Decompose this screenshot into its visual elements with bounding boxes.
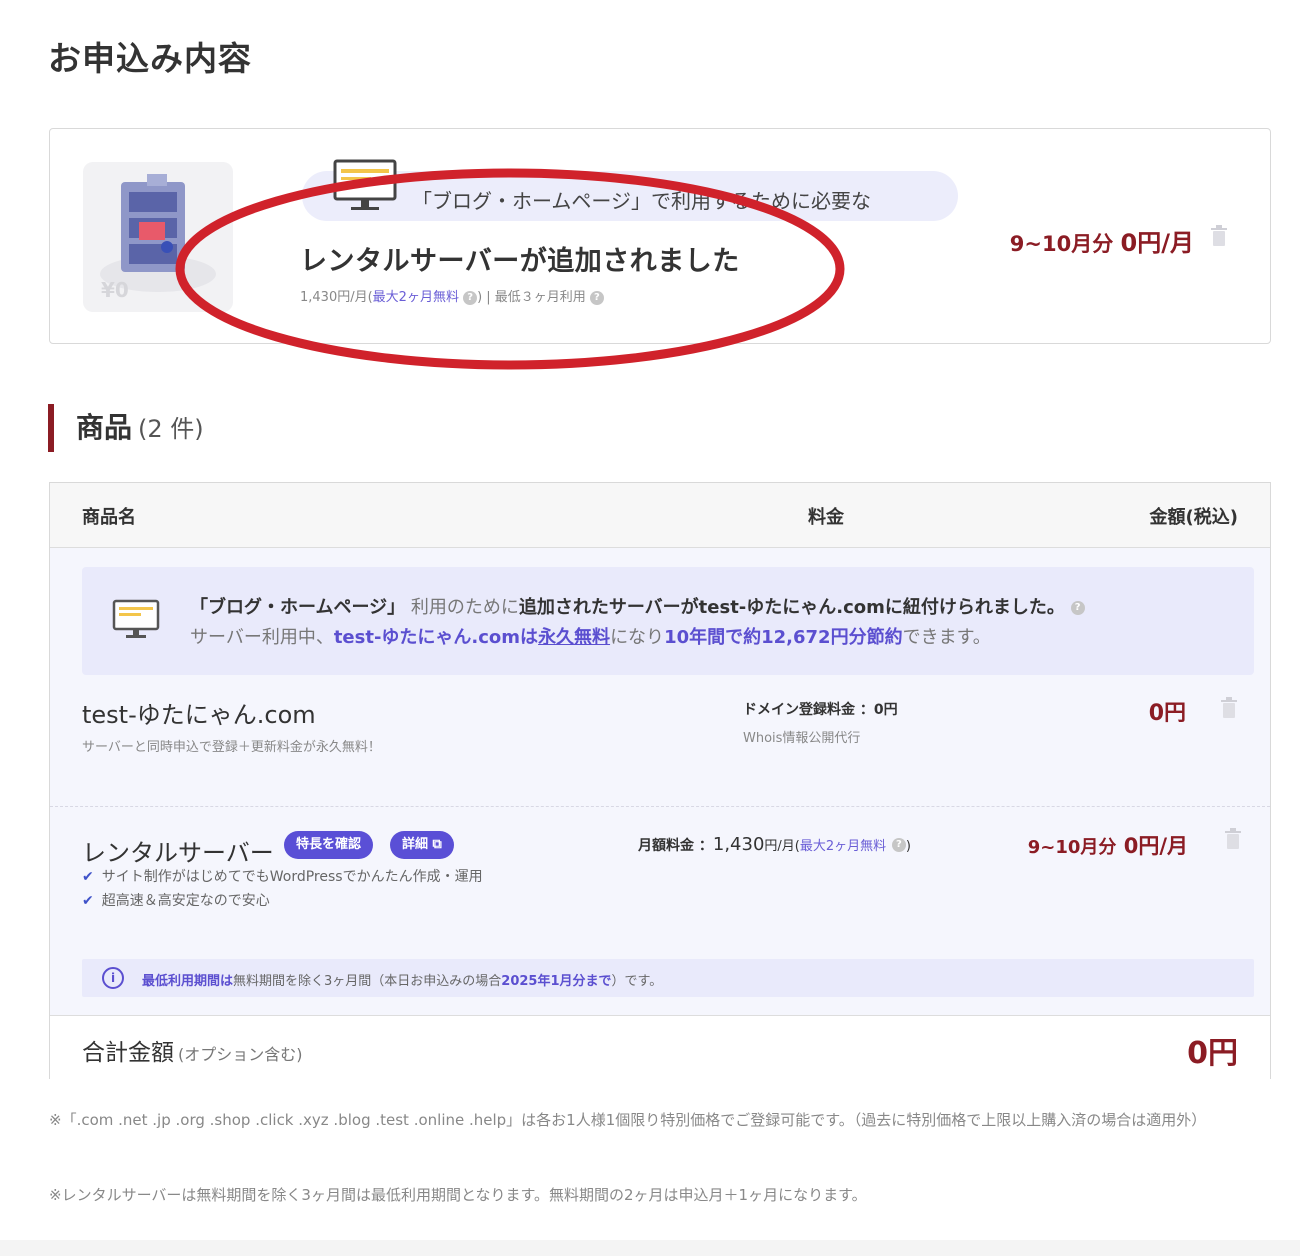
added-server-subtext: 1,430円/月(最大2ヶ月無料 ?) | 最低３ヶ月利用 ? [300,286,604,305]
check-icon: ✔ [82,869,94,885]
server-monthly-fee: 月額料金 ：1,430円/月(最大2ヶ月無料 ?) [638,834,911,855]
trash-icon[interactable] [1224,828,1242,850]
info-icon: i [102,967,124,989]
page-title: お申込み内容 [48,39,252,78]
help-icon[interactable]: ? [589,290,604,305]
footnote-domain: ※「.com .net .jp .org .shop .click .xyz .… [49,1111,1207,1129]
total-label: 合計金額 [82,1040,174,1066]
help-icon[interactable]: ? [891,838,906,852]
products-table: 商品名 料金 金額(税込) 「ブログ・ホームページ」 利用のために追加されたサー… [49,482,1271,1079]
domain-name: test-ゆたにゃん.com [82,701,316,729]
total-row: 合計金額 (オプション含む) 0円 [50,1015,1270,1079]
detail-button[interactable]: 詳細 ⧉ [390,831,454,859]
column-header-name: 商品名 [82,507,136,528]
check-icon: ✔ [82,893,94,909]
domain-whois: Whois情報公開代行 [743,731,861,746]
table-header: 商品名 料金 金額(税込) [50,483,1270,548]
domain-description: サーバーと同時申込で登録＋更新料金が永久無料！ [82,740,381,755]
feature-item: ✔ サイト制作がはじめてでもWordPressでかんたん作成・運用 [82,869,483,885]
table-row-server: レンタルサーバー 特長を確認 詳細 ⧉ ✔ サイト制作がはじめてでもWordPre… [50,808,1270,1015]
added-server-card: ¥0 「ブログ・ホームページ」で利用するために必要な レンタルサーバーが追加され… [49,128,1271,344]
column-header-fee: 料金 [808,507,844,528]
monitor-icon [112,599,160,638]
server-amount: 9~10月分 0円/月 [1027,834,1188,858]
permanent-free-link[interactable]: 永久無料 [538,627,610,648]
products-section-heading: 商品 (2 件) [48,404,204,452]
server-requirement-pill: 「ブログ・ホームページ」で利用するために必要な [302,171,958,221]
total-amount: 0円 [1187,1036,1238,1071]
footnote-server: ※レンタルサーバーは無料期間を除く3ヶ月間は最低利用期間となります。無料期間の2… [49,1186,867,1204]
minimum-period-info: i 最低利用期間は無料期間を除く3ヶ月間（本日お申込みの場合2025年1月分まで… [82,959,1254,997]
server-link-notice: 「ブログ・ホームページ」 利用のために追加されたサーバーがtest-ゆたにゃん.… [82,567,1254,675]
trash-icon[interactable] [1210,225,1228,247]
domain-fee: ドメイン登録料金 ：0円 [743,702,898,718]
added-server-price: 9~10月分 0円/月 [1009,229,1194,257]
column-header-amount: 金額(税込) [1149,507,1238,528]
features-button[interactable]: 特長を確認 [284,831,374,859]
feature-item: ✔ 超高速＆高安定なので安心 [82,893,270,909]
svg-text:¥0: ¥0 [101,278,129,302]
help-icon[interactable]: ? [463,290,478,305]
bottom-divider [0,1240,1300,1256]
server-product-image: ¥0 [83,162,233,312]
help-icon[interactable]: ? [1070,601,1085,615]
domain-amount: 0円 [1148,701,1186,726]
server-name: レンタルサーバー [82,839,274,867]
table-row-domain: test-ゆたにゃん.com サーバーと同時申込で登録＋更新料金が永久無料！ ド… [50,675,1270,807]
added-server-title: レンタルサーバーが追加されました [300,246,740,277]
external-link-icon: ⧉ [432,837,442,852]
monitor-icon [333,159,397,210]
trash-icon[interactable] [1220,697,1238,719]
